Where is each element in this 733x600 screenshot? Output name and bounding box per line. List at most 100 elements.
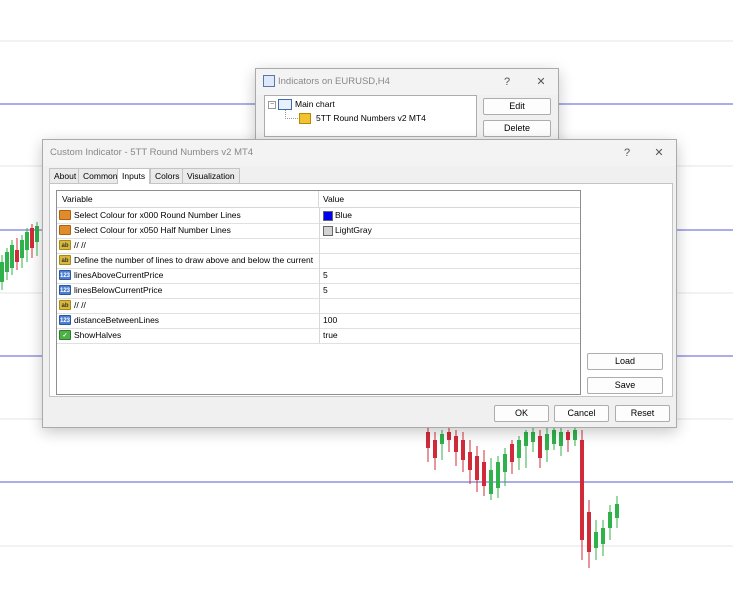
candle-body [0, 262, 4, 282]
indicator-icon [299, 113, 311, 124]
save-button[interactable]: Save [587, 377, 663, 394]
value-cell[interactable]: true [319, 328, 580, 343]
variable-name: linesBelowCurrentPrice [74, 285, 163, 295]
column-header-value[interactable]: Value [323, 194, 344, 204]
candle-body [524, 432, 528, 446]
value-cell[interactable]: 5 [319, 268, 580, 283]
table-header: Variable Value [57, 191, 580, 208]
candle-body [447, 432, 451, 440]
candle-body [10, 245, 14, 268]
tab-visualization[interactable]: Visualization [182, 168, 240, 183]
candle-body [510, 444, 514, 462]
candle-body [426, 432, 430, 448]
value-cell[interactable]: Blue [319, 208, 580, 223]
indicators-titlebar[interactable]: Indicators on EURUSD,H4 ? ✕ [256, 69, 558, 95]
table-row[interactable]: 123 distanceBetweenLines 100 [57, 313, 580, 329]
candle-body [615, 504, 619, 518]
table-row[interactable]: 123 linesAboveCurrentPrice 5 [57, 268, 580, 284]
tab-about[interactable]: About [49, 168, 82, 183]
candle-body [461, 440, 465, 460]
candle-body [587, 512, 591, 552]
candle-body [531, 432, 535, 442]
column-divider[interactable] [318, 191, 319, 207]
candle-body [482, 462, 486, 486]
cancel-button[interactable]: Cancel [554, 405, 609, 422]
candle-body [25, 232, 29, 250]
candle-body [538, 436, 542, 458]
table-row[interactable]: ab // // [57, 298, 580, 314]
help-icon[interactable]: ? [614, 144, 640, 162]
close-icon[interactable]: ✕ [528, 73, 554, 91]
string-type-icon: ab [59, 240, 71, 250]
ok-button[interactable]: OK [494, 405, 549, 422]
close-icon[interactable]: ✕ [646, 144, 672, 162]
main-chart-icon [278, 99, 292, 110]
value-text: 5 [323, 285, 328, 295]
value-cell[interactable]: LightGray [319, 223, 580, 238]
string-type-icon: ab [59, 300, 71, 310]
table-row[interactable]: ab Define the number of lines to draw ab… [57, 253, 580, 269]
boolean-type-icon: ✓ [59, 330, 71, 340]
app-icon [263, 75, 275, 87]
candle-body [517, 440, 521, 458]
value-text: 5 [323, 270, 328, 280]
integer-type-icon: 123 [59, 270, 71, 280]
reset-button[interactable]: Reset [615, 405, 670, 422]
string-type-icon: ab [59, 255, 71, 265]
candle-body [573, 430, 577, 440]
table-row[interactable]: ab // // [57, 238, 580, 254]
color-swatch [323, 226, 333, 236]
candle-body [475, 456, 479, 480]
integer-type-icon: 123 [59, 315, 71, 325]
candle-body [440, 434, 444, 444]
variable-name: distanceBetweenLines [74, 315, 160, 325]
tree-root-label[interactable]: Main chart [295, 99, 335, 109]
load-button[interactable]: Load [587, 353, 663, 370]
indicator-tree[interactable]: − Main chart 5TT Round Numbers v2 MT4 [264, 95, 477, 137]
table-row[interactable]: Select Colour for x000 Round Number Line… [57, 208, 580, 224]
variable-name: Define the number of lines to draw above… [74, 255, 314, 265]
color-type-icon [59, 210, 71, 220]
custom-indicator-window: Custom Indicator - 5TT Round Numbers v2 … [42, 139, 677, 428]
variable-name: // // [74, 300, 86, 310]
tab-colors[interactable]: Colors [150, 168, 185, 183]
column-header-variable[interactable]: Variable [62, 194, 93, 204]
tab-inputs[interactable]: Inputs [117, 168, 151, 184]
value-text: Blue [335, 210, 353, 220]
edit-button[interactable]: Edit [483, 98, 551, 115]
candle-body [5, 252, 9, 272]
table-row[interactable]: 123 linesBelowCurrentPrice 5 [57, 283, 580, 299]
variable-name: ShowHalves [74, 330, 122, 340]
variable-name: // // [74, 240, 86, 250]
candle-body [30, 228, 34, 248]
variable-name: linesAboveCurrentPrice [74, 270, 164, 280]
collapse-icon[interactable]: − [268, 101, 276, 109]
integer-type-icon: 123 [59, 285, 71, 295]
tab-common[interactable]: Common [78, 168, 123, 183]
value-text: true [323, 330, 338, 340]
variable-name: Select Colour for x050 Half Number Lines [74, 225, 231, 235]
candle-body [503, 454, 507, 472]
candle-body [489, 470, 493, 494]
tree-child-label[interactable]: 5TT Round Numbers v2 MT4 [316, 113, 426, 123]
custom-indicator-titlebar[interactable]: Custom Indicator - 5TT Round Numbers v2 … [43, 140, 676, 166]
value-cell[interactable]: 5 [319, 283, 580, 298]
value-cell[interactable] [319, 238, 580, 253]
candle-body [496, 462, 500, 488]
candle-body [35, 226, 39, 242]
candle-body [433, 440, 437, 458]
candle-body [608, 512, 612, 528]
table-row[interactable]: Select Colour for x050 Half Number Lines… [57, 223, 580, 239]
delete-button[interactable]: Delete [483, 120, 551, 137]
candle-body [468, 452, 472, 470]
table-row[interactable]: ✓ ShowHalves true [57, 328, 580, 344]
candle-body [594, 532, 598, 548]
value-cell[interactable] [319, 298, 580, 313]
candle-body [545, 434, 549, 450]
value-cell[interactable]: 100 [319, 313, 580, 328]
candle-body [566, 432, 570, 440]
tree-connector [285, 110, 298, 119]
candle-body [454, 436, 458, 452]
help-icon[interactable]: ? [494, 73, 520, 91]
value-cell[interactable] [319, 253, 580, 268]
